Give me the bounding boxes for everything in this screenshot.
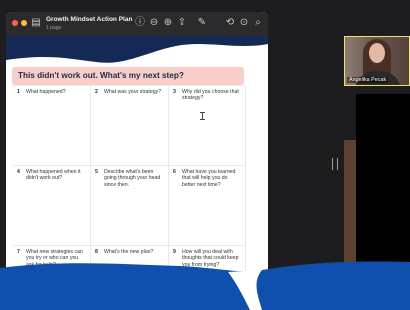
- cell-number: 3: [173, 89, 176, 95]
- participant-video[interactable]: Angelika Pecak: [344, 36, 410, 86]
- cell-number: 2: [95, 89, 98, 95]
- worksheet-cell[interactable]: 2 What was your strategy?: [91, 86, 169, 166]
- worksheet-cell[interactable]: 4 What happened when it didn't work out?: [13, 166, 91, 246]
- cell-question: What happened when it didn't work out?: [26, 169, 81, 182]
- search-icon[interactable]: ⌕: [252, 17, 264, 29]
- minimize-window-button[interactable]: [21, 20, 27, 26]
- secondary-video-panel: [356, 94, 410, 264]
- sidebar-toggle-icon[interactable]: ▤: [30, 17, 42, 29]
- cell-number: 6: [173, 169, 176, 175]
- text-cursor-icon: [200, 112, 205, 120]
- document-page-count: 1 page: [46, 25, 62, 31]
- cell-number: 1: [17, 89, 20, 95]
- participant-name-label: Angelika Pecak: [347, 77, 389, 83]
- worksheet-cell[interactable]: 1 What happened?: [13, 86, 91, 166]
- cell-number: 4: [17, 169, 20, 175]
- decorative-blue-shape: [0, 261, 410, 310]
- cell-question: Describe what's been going through your …: [104, 169, 161, 188]
- zoom-in-icon[interactable]: ⊕: [162, 17, 174, 29]
- close-window-button[interactable]: [12, 20, 18, 26]
- annotate-icon[interactable]: ⊙: [238, 17, 250, 29]
- worksheet-grid: 1 What happened? 2 What was your strateg…: [12, 85, 246, 274]
- cell-question: What was your strategy?: [104, 89, 162, 95]
- worksheet-cell[interactable]: 6 What have you learned that will help y…: [169, 166, 246, 246]
- rotate-icon[interactable]: ⟲: [224, 17, 236, 29]
- video-thumbnail-strip: [344, 140, 356, 264]
- share-icon[interactable]: ⇪: [176, 17, 188, 29]
- info-icon[interactable]: ⓘ: [134, 17, 146, 29]
- worksheet-heading-band: This didn't work out. What's my next ste…: [12, 67, 244, 85]
- worksheet-cell[interactable]: 3 Why did you choose that strategy?: [169, 86, 246, 166]
- viewer-toolbar: ▤ Growth Mindset Action Plan 1 page ⓘ ⊖ …: [6, 12, 268, 36]
- cell-number: 5: [95, 169, 98, 175]
- cell-question: Why did you choose that strategy?: [182, 89, 239, 102]
- resize-handle[interactable]: [332, 158, 338, 170]
- participant-face: [369, 43, 385, 63]
- pdf-viewer-window: ▤ Growth Mindset Action Plan 1 page ⓘ ⊖ …: [6, 12, 268, 274]
- zoom-out-icon[interactable]: ⊖: [148, 17, 160, 29]
- markup-pen-icon[interactable]: ✎: [196, 17, 208, 29]
- cell-question: What happened?: [26, 89, 66, 95]
- worksheet-cell[interactable]: 5 Describe what's been going through you…: [91, 166, 169, 246]
- document-title: Growth Mindset Action Plan: [46, 16, 133, 23]
- cell-question: What have you learned that will help you…: [182, 169, 236, 188]
- worksheet-heading: This didn't work out. What's my next ste…: [18, 71, 184, 80]
